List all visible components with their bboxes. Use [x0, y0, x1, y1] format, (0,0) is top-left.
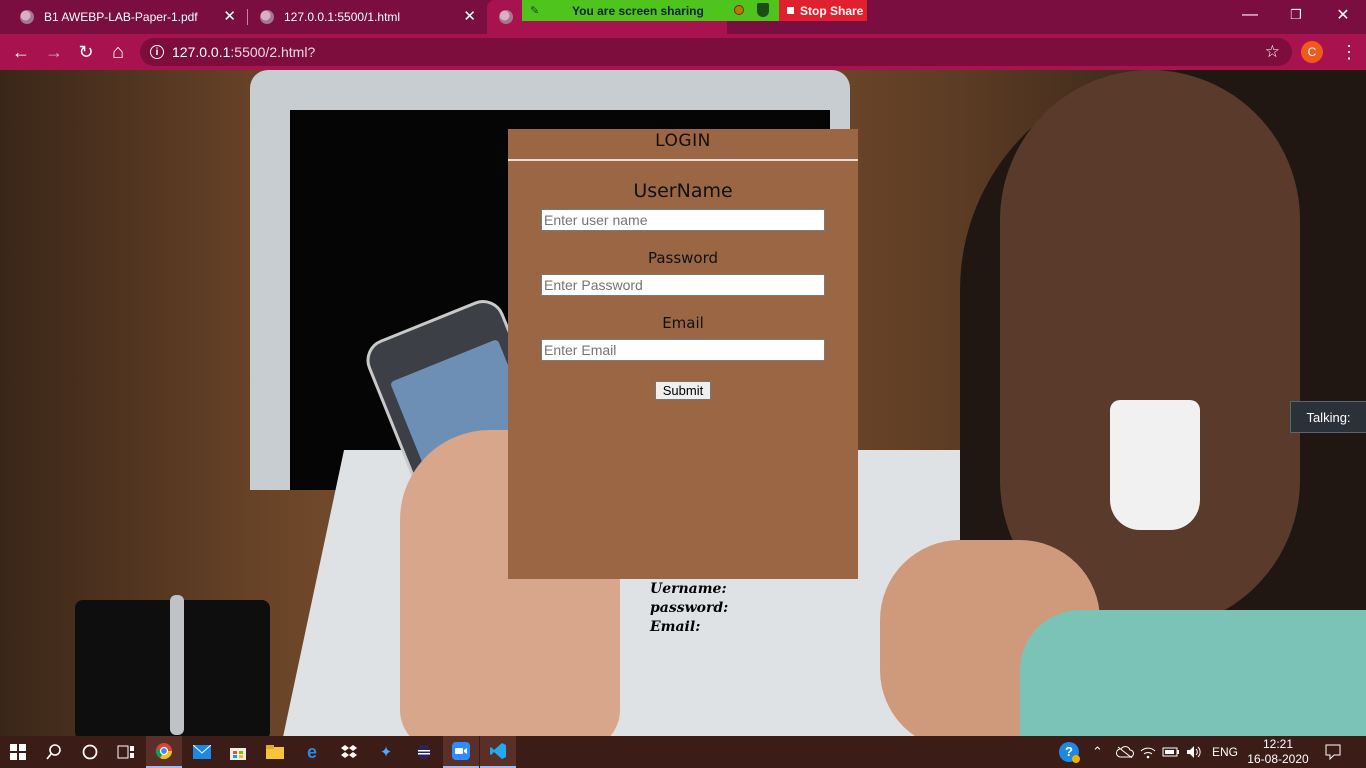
reload-button[interactable]: ↻	[75, 41, 97, 63]
windows-start-icon[interactable]	[0, 736, 36, 768]
close-tab-icon[interactable]: ✕	[223, 9, 236, 24]
password-label: Password	[647, 249, 719, 267]
email-label: Email	[662, 314, 704, 332]
bookmark-star-icon[interactable]: ☆	[1265, 42, 1280, 62]
username-input[interactable]	[541, 209, 825, 231]
submit-button[interactable]: Submit	[655, 381, 711, 400]
volume-icon[interactable]	[1186, 736, 1202, 768]
taskbar: e ✦ ? ⌃ ENG 12:21 16-08-2020	[0, 736, 1366, 768]
vscode-icon[interactable]	[480, 736, 516, 768]
login-card: LOGIN UserName Password Email Submit	[508, 129, 858, 579]
globe-icon	[20, 10, 34, 24]
output-email-label: Email:	[650, 619, 701, 635]
search-icon[interactable]	[36, 736, 72, 768]
battery-icon[interactable]	[1162, 736, 1180, 768]
notifications-icon[interactable]	[1325, 736, 1341, 768]
screen-share-banner: ✎ You are screen sharing	[522, 0, 779, 21]
wifi-icon[interactable]	[1140, 736, 1156, 768]
cortana-icon[interactable]	[72, 736, 108, 768]
close-tab-icon[interactable]: ✕	[463, 9, 476, 24]
task-view-icon[interactable]	[108, 736, 144, 768]
home-button[interactable]: ⌂	[107, 41, 129, 63]
forward-button[interactable]: →	[43, 41, 65, 63]
globe-icon	[260, 10, 274, 24]
talking-indicator: Talking:	[1290, 401, 1366, 433]
eclipse-icon[interactable]	[406, 736, 442, 768]
minimize-button[interactable]: —	[1227, 0, 1273, 30]
login-title: LOGIN	[508, 129, 858, 161]
screen-share-text: You are screen sharing	[572, 3, 704, 18]
stop-icon	[787, 7, 794, 14]
password-input[interactable]	[541, 274, 825, 296]
tab-title: 127.0.0.1:5500/1.html	[284, 10, 401, 24]
shield-icon[interactable]	[757, 3, 769, 17]
cloud-offline-icon[interactable]	[1116, 736, 1134, 768]
stop-share-label: Stop Share	[800, 3, 864, 18]
show-hidden-icons[interactable]: ⌃	[1092, 736, 1103, 768]
vs-icon[interactable]: ✦	[368, 736, 404, 768]
output-password-label: password:	[650, 600, 729, 616]
output-username-label: Uername:	[650, 581, 727, 597]
info-icon[interactable]: i	[150, 45, 164, 59]
back-button[interactable]: ←	[10, 41, 32, 63]
store-icon[interactable]	[220, 736, 256, 768]
stop-share-button[interactable]: Stop Share	[779, 0, 867, 21]
email-input[interactable]	[541, 339, 825, 361]
edge-icon[interactable]: e	[294, 736, 330, 768]
clock-time: 12:21	[1262, 737, 1294, 751]
zoom-icon[interactable]	[443, 736, 479, 768]
recording-icon[interactable]	[734, 5, 744, 15]
language-indicator[interactable]: ENG	[1212, 736, 1238, 768]
window-close-button[interactable]: ✕	[1320, 0, 1366, 30]
pin-icon[interactable]: ✎	[530, 4, 539, 17]
profile-avatar[interactable]: C	[1301, 41, 1323, 63]
system-clock[interactable]: 12:21 16-08-2020	[1244, 737, 1312, 767]
page-viewport: LOGIN UserName Password Email Submit Uer…	[0, 70, 1366, 736]
browser-toolbar: ← → ↻ ⌂ i 127.0.0.1 :5500/2.html? ☆ C ⋮	[0, 34, 1366, 70]
address-bar[interactable]: i 127.0.0.1 :5500/2.html? ☆	[140, 38, 1292, 66]
url-host: 127.0.0.1	[172, 44, 231, 60]
tab-pdf[interactable]: B1 AWEBP-LAB-Paper-1.pdf ✕	[0, 0, 246, 34]
dropbox-icon[interactable]	[331, 736, 367, 768]
tab-1-html[interactable]: 127.0.0.1:5500/1.html ✕	[248, 0, 486, 34]
browser-menu-icon[interactable]: ⋮	[1340, 41, 1358, 63]
tab-title: B1 AWEBP-LAB-Paper-1.pdf	[44, 10, 198, 24]
clock-date: 16-08-2020	[1247, 752, 1309, 766]
chrome-icon[interactable]	[146, 736, 182, 768]
globe-icon	[499, 10, 513, 24]
browser-titlebar: B1 AWEBP-LAB-Paper-1.pdf ✕ 127.0.0.1:550…	[0, 0, 1366, 34]
maximize-button[interactable]: ❐	[1273, 0, 1319, 30]
username-label: UserName	[633, 180, 733, 202]
file-explorer-icon[interactable]	[257, 736, 293, 768]
mail-icon[interactable]	[184, 736, 220, 768]
help-icon[interactable]: ?	[1058, 736, 1080, 768]
output-display: Uername: password: Email:	[650, 580, 728, 637]
svg-text:?: ?	[1065, 744, 1073, 759]
url-path: :5500/2.html?	[230, 44, 316, 60]
